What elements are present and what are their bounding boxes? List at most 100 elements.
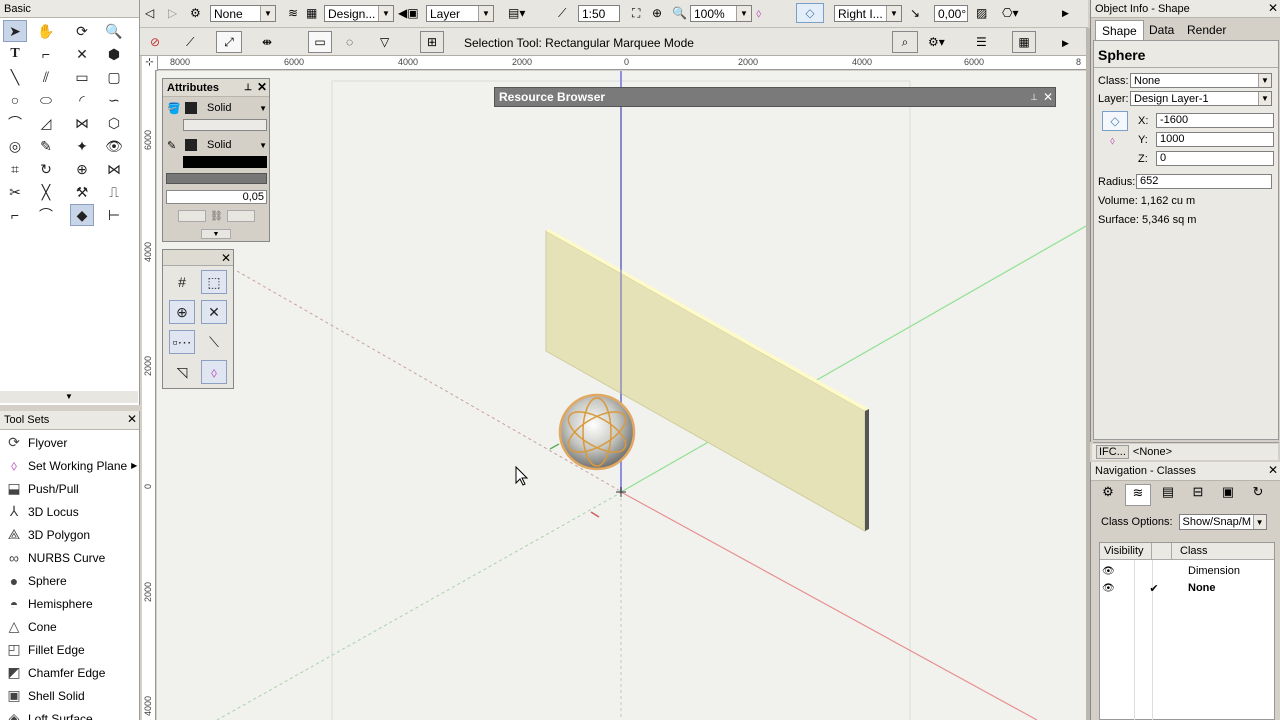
- eraser-tool-button[interactable]: ◆: [70, 204, 94, 226]
- snap-grid-icon[interactable]: ☰: [976, 33, 987, 51]
- class-options-select[interactable]: Show/Snap/M ▼: [1178, 514, 1267, 530]
- toolset-item[interactable]: ◓ Hemisphere: [0, 592, 138, 615]
- end-marker-box[interactable]: [226, 210, 255, 222]
- single-object-mode-icon[interactable]: ⟋: [186, 33, 194, 51]
- toolset-item[interactable]: △ Cone: [0, 615, 138, 638]
- back-view-button[interactable]: ◁: [145, 4, 154, 22]
- attributes-collapse-arrow[interactable]: ▼: [201, 229, 231, 239]
- y-input[interactable]: 1000: [1156, 132, 1274, 147]
- navigation-close-button[interactable]: ✕: [1266, 462, 1280, 480]
- snap-to-grid-button[interactable]: #: [169, 270, 195, 294]
- toolbar-expand-arrow[interactable]: ▶: [1062, 4, 1069, 22]
- toolset-item[interactable]: ∞ NURBS Curve: [0, 546, 138, 569]
- double-polygon-tool-button[interactable]: ⋈: [70, 112, 94, 134]
- tool-sets-close-button[interactable]: ✕: [125, 411, 139, 429]
- arc-tool-button[interactable]: ◜: [70, 89, 94, 111]
- attributes-close-button[interactable]: ✕: [255, 79, 269, 96]
- preferences-icon[interactable]: ⊞: [420, 31, 444, 53]
- pin-icon[interactable]: ⊥: [1027, 89, 1041, 105]
- forward-view-button[interactable]: ▷: [168, 4, 177, 22]
- sheet-icon[interactable]: ▤▾: [508, 4, 525, 22]
- visibility-tool-button[interactable]: 👁: [102, 135, 126, 157]
- pen-color-swatch[interactable]: [185, 139, 197, 151]
- zoom-in-icon[interactable]: ⊕: [652, 4, 662, 22]
- offset-tool-button[interactable]: ⎍: [102, 181, 126, 203]
- rotate-view-icon[interactable]: ↘: [910, 4, 920, 22]
- link-icon[interactable]: ⛓: [210, 211, 223, 222]
- visibility-eye-icon[interactable]: 👁: [1100, 566, 1134, 577]
- fit-to-window-icon[interactable]: ⛶: [632, 4, 640, 22]
- smart-edge-button[interactable]: ⟍: [201, 330, 227, 354]
- toolset-item[interactable]: ◈ Loft Surface: [0, 707, 138, 720]
- smart-points-button[interactable]: ▫⋯: [169, 330, 195, 354]
- polyline-tool-button[interactable]: ⌒: [3, 112, 27, 134]
- text-tool-button[interactable]: T: [3, 43, 27, 65]
- fill-style-value[interactable]: Solid: [207, 102, 259, 114]
- class-dropdown[interactable]: None ▼: [210, 5, 276, 22]
- toolset-item[interactable]: ⅄ 3D Locus: [0, 500, 138, 523]
- viewports-tab-icon[interactable]: ⊟: [1185, 484, 1211, 506]
- class-column-header[interactable]: Class: [1172, 543, 1208, 559]
- oval-tool-button[interactable]: ⬭: [34, 89, 58, 111]
- opacity-bar[interactable]: [166, 173, 267, 184]
- spiral-tool-button[interactable]: ◎: [3, 135, 27, 157]
- working-plane-icon[interactable]: ⬨: [756, 4, 761, 22]
- radius-input[interactable]: 652: [1136, 174, 1272, 189]
- class-row-item[interactable]: 👁 ✔ None: [1100, 580, 1274, 596]
- marquee-mode-icon[interactable]: ⤢: [216, 31, 242, 53]
- snap-loupe-icon[interactable]: ⌕: [892, 31, 918, 53]
- toolset-item[interactable]: ◩ Chamfer Edge: [0, 661, 138, 684]
- wand-tool-button[interactable]: ✦: [70, 135, 94, 157]
- disable-snap-icon[interactable]: ⊘: [150, 33, 160, 51]
- eyedropper-tool-button[interactable]: ✎: [34, 135, 58, 157]
- locus-tool-button[interactable]: ✕: [70, 43, 94, 65]
- snap-working-plane-button[interactable]: ⬨: [201, 360, 227, 384]
- double-line-tool-button[interactable]: ⫽: [34, 66, 58, 88]
- modebar-expand-arrow[interactable]: ▶: [1062, 34, 1069, 52]
- toolset-item[interactable]: ▣ Shell Solid: [0, 684, 138, 707]
- snapping-close-button[interactable]: ✕: [219, 250, 233, 266]
- zoom-dropdown[interactable]: 100% ▼: [690, 5, 752, 22]
- fill-color-swatch[interactable]: [185, 102, 197, 114]
- reshape-tool-button[interactable]: ⌗: [3, 158, 27, 180]
- x-input[interactable]: -1600: [1156, 113, 1274, 128]
- chevron-down-icon[interactable]: ▼: [259, 141, 267, 150]
- polygon-marquee-icon[interactable]: ▽: [380, 33, 389, 51]
- snap-to-intersection-button[interactable]: ✕: [201, 300, 227, 324]
- line-thickness-field[interactable]: 0,05: [166, 190, 267, 204]
- visibility-column-header[interactable]: Visibility: [1100, 543, 1152, 559]
- fillet-tool-button[interactable]: ⌐: [3, 204, 27, 226]
- clip-tool-button[interactable]: ⊢: [102, 204, 126, 226]
- split-tool-button[interactable]: ╳: [34, 181, 58, 203]
- z-input[interactable]: 0: [1156, 151, 1274, 166]
- trim-tool-button[interactable]: ✂: [3, 181, 27, 203]
- classes-tab-icon[interactable]: ⚙: [1095, 484, 1121, 506]
- object-info-close-button[interactable]: ✕: [1266, 0, 1280, 17]
- saved-views-tab-icon[interactable]: ▣: [1215, 484, 1241, 506]
- basic-palette-scroll-arrow[interactable]: ▼: [0, 391, 138, 403]
- drawing-canvas[interactable]: [157, 71, 1086, 720]
- chamfer-tool-button[interactable]: ⌒: [34, 204, 58, 226]
- pan-tool-button[interactable]: ✋: [34, 20, 58, 42]
- line-tool-button[interactable]: ╲: [3, 66, 27, 88]
- freehand-tool-button[interactable]: ∽: [102, 89, 126, 111]
- toolset-item[interactable]: ⬓ Push/Pull: [0, 477, 138, 500]
- layer-dropdown[interactable]: Layer ▼: [426, 5, 494, 22]
- regular-polygon-tool-button[interactable]: ⬡: [102, 112, 126, 134]
- visibility-eye-icon[interactable]: 👁: [1100, 583, 1134, 594]
- angle-field[interactable]: 0,00°: [934, 5, 968, 22]
- tab-shape[interactable]: Shape: [1095, 20, 1144, 40]
- position-anchor-icon[interactable]: ◇: [1102, 111, 1128, 131]
- transform-mode-icon[interactable]: ⇼: [262, 33, 272, 51]
- design-layers-tab-icon[interactable]: ≋: [1125, 484, 1151, 506]
- standard-view-icon[interactable]: ◇: [796, 3, 824, 23]
- tab-data[interactable]: Data: [1143, 20, 1180, 40]
- symbol-tool-button[interactable]: ⬢: [102, 43, 126, 65]
- rounded-rect-tool-button[interactable]: ▢: [102, 66, 126, 88]
- toolset-item[interactable]: ⟳ Flyover: [0, 431, 138, 454]
- layer-options-icon[interactable]: ◀▣: [398, 4, 419, 22]
- pen-style-value[interactable]: Solid: [207, 139, 259, 151]
- chevron-down-icon[interactable]: ▼: [259, 104, 267, 113]
- snap-settings-icon[interactable]: ⚙▾: [928, 33, 945, 51]
- circle-tool-button[interactable]: ○: [3, 89, 27, 111]
